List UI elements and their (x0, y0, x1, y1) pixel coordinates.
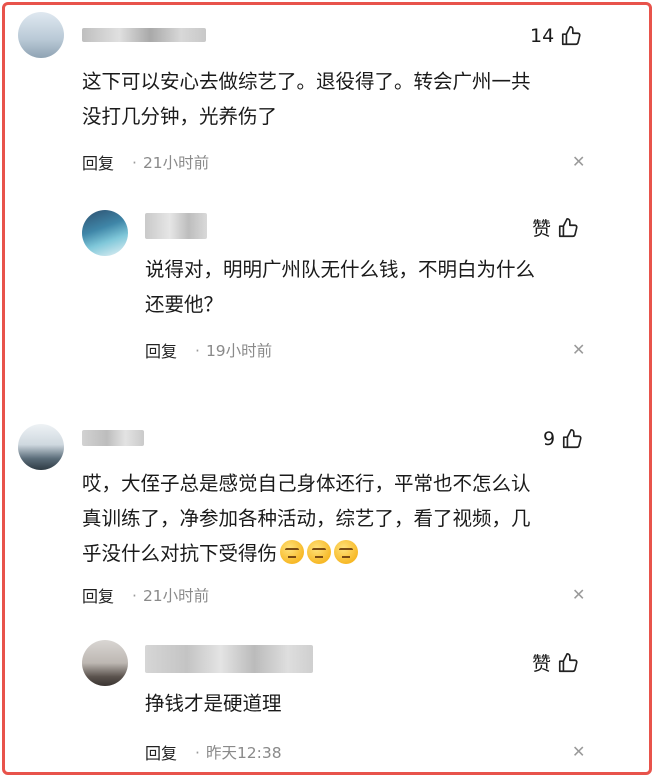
username-blurred[interactable] (82, 28, 206, 42)
timestamp-text: 21小时前 (142, 154, 210, 172)
reply-button[interactable]: 回复 (82, 583, 114, 607)
like-count: 赞 (532, 653, 552, 675)
avatar[interactable] (18, 424, 64, 470)
smirk-emoji-icon (280, 540, 305, 564)
like-button[interactable]: 9 (543, 428, 583, 450)
close-icon[interactable]: ✕ (572, 742, 585, 761)
timestamp: · 19小时前 (195, 342, 273, 360)
username-blurred[interactable] (82, 430, 144, 446)
username-blurred[interactable] (145, 645, 313, 673)
close-icon[interactable]: ✕ (572, 152, 585, 171)
timestamp-text: 19小时前 (205, 342, 273, 360)
timestamp: · 昨天12:38 (195, 744, 282, 762)
reply-text: 说得对，明明广州队无什么钱，不明白为什么 还要他？ (145, 252, 535, 322)
reply-button[interactable]: 回复 (82, 150, 114, 174)
reply-text-line: 挣钱才是硬道理 (145, 692, 282, 715)
reply-button[interactable]: 回复 (145, 740, 177, 764)
like-button[interactable]: 赞 (532, 649, 579, 676)
smirk-emoji-icon (307, 540, 332, 564)
comment-text: 哎，大侄子总是感觉自己身体还行，平常也不怎么认 真训练了，净参加各种活动，综艺了… (82, 466, 531, 571)
like-button[interactable]: 赞 (532, 214, 579, 241)
timestamp: · 21小时前 (132, 154, 210, 172)
like-count: 14 (530, 25, 555, 47)
avatar[interactable] (82, 640, 128, 686)
thumbs-up-icon (558, 217, 578, 237)
close-icon[interactable]: ✕ (572, 585, 585, 604)
like-button[interactable]: 14 (530, 25, 582, 47)
avatar[interactable] (82, 210, 128, 256)
reply-button[interactable]: 回复 (145, 338, 177, 362)
reply-text-line: 说得对，明明广州队无什么钱，不明白为什么 (145, 258, 536, 281)
avatar[interactable] (18, 12, 64, 58)
comment-text-line: 这下可以安心去做综艺了。退役得了。转会广州一共 (82, 70, 531, 93)
reply-text-line: 还要他？ (145, 293, 224, 316)
thumbs-up-icon (563, 429, 582, 449)
comment-text-line: 乎没什么对抗下受得伤 (82, 542, 278, 565)
thumbs-up-icon (562, 26, 581, 46)
like-count: 赞 (532, 218, 552, 240)
comment-text-line: 真训练了，净参加各种活动，综艺了，看了视频，几 (82, 507, 531, 530)
comment-text: 这下可以安心去做综艺了。退役得了。转会广州一共 没打几分钟，光养伤了 (82, 64, 531, 134)
comment-text-line: 哎，大侄子总是感觉自己身体还行，平常也不怎么认 (82, 472, 531, 495)
username-blurred[interactable] (145, 213, 207, 239)
timestamp-text: 昨天12:38 (205, 744, 282, 762)
comment-text-line: 没打几分钟，光养伤了 (82, 105, 278, 128)
timestamp: · 21小时前 (132, 587, 210, 605)
timestamp-text: 21小时前 (142, 587, 210, 605)
smirk-emoji-icon (334, 540, 359, 564)
reply-text: 挣钱才是硬道理 (145, 686, 282, 721)
like-count: 9 (543, 428, 556, 450)
close-icon[interactable]: ✕ (572, 340, 585, 359)
thumbs-up-icon (558, 652, 578, 672)
